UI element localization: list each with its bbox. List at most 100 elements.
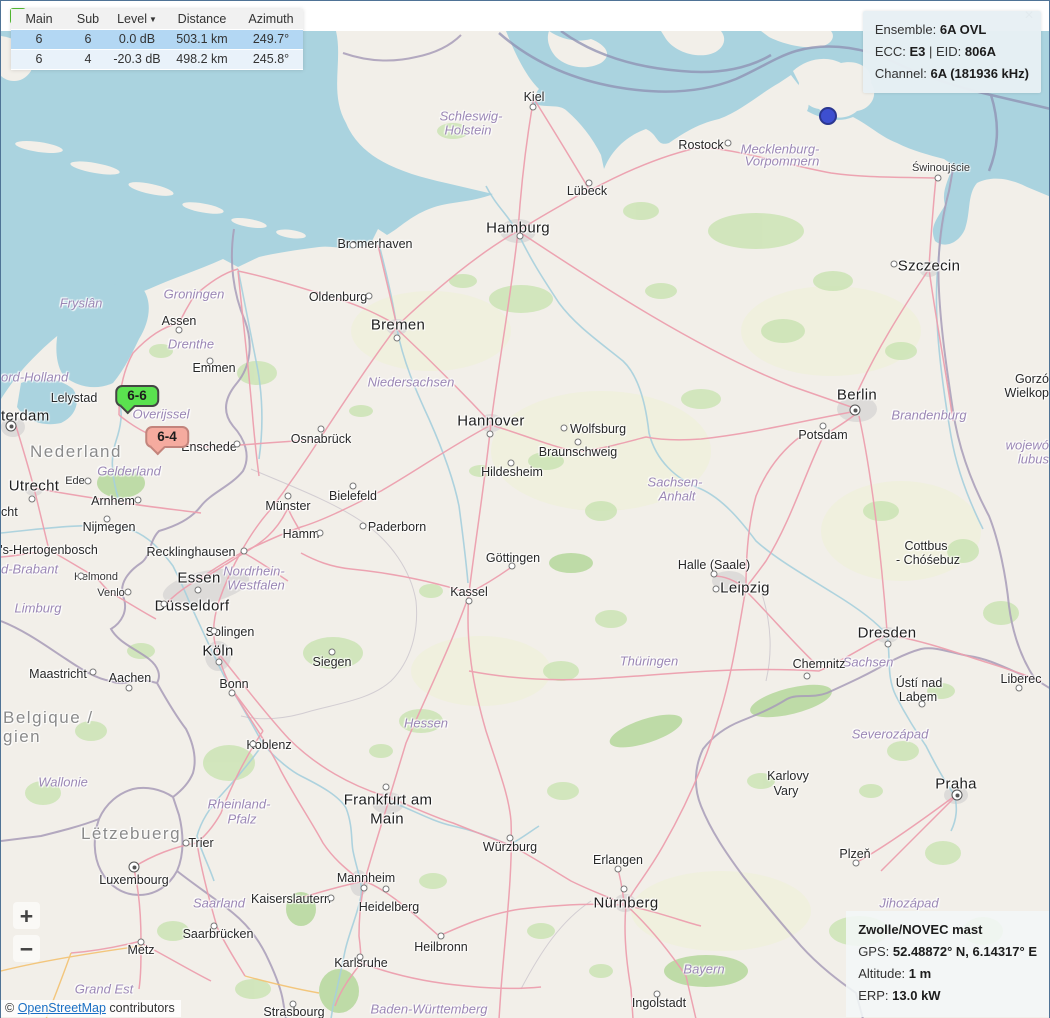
map-label-city: Bonn (219, 677, 248, 691)
city-marker (357, 954, 364, 961)
attribution-suffix: contributors (106, 1001, 175, 1015)
map-label-region: Thüringen (620, 654, 679, 669)
city-marker (216, 659, 223, 666)
map-label-region: Mecklenburg- (741, 142, 820, 157)
transmitter-label: ERP: (858, 988, 892, 1003)
map-label-region: d-Brabant (1, 562, 58, 577)
map-viewport[interactable]: KielSchleswig-HolsteinLübeckHamburgRosto… (1, 31, 1049, 1018)
map-label-city: Hamm (283, 527, 320, 541)
map-label-city: Arnhem (91, 494, 135, 508)
ensemble-value: E3 (910, 44, 926, 59)
city-marker (517, 233, 524, 240)
transmitter-line: GPS: 52.48872° N, 6.14317° E (858, 941, 1037, 963)
table-cell: 6 (11, 50, 67, 69)
city-marker (853, 860, 860, 867)
column-header-distance[interactable]: Distance (165, 9, 239, 29)
city-marker (466, 598, 473, 605)
ensemble-label: ECC: (875, 44, 910, 59)
city-marker (530, 104, 537, 111)
map-label-city: Nijmegen (83, 520, 136, 534)
map-label-region: lubus (1018, 452, 1049, 467)
map-label-city: Leipzig (720, 580, 770, 597)
column-header-azimuth[interactable]: Azimuth (239, 9, 303, 29)
column-header-main[interactable]: Main (11, 9, 67, 29)
map-label-region: Saarland (193, 896, 245, 911)
zoom-out-button[interactable]: − (13, 935, 40, 962)
table-row[interactable]: 64-20.3 dB498.2 km245.8° (11, 50, 303, 70)
city-marker (507, 835, 514, 842)
zoom-in-button[interactable]: + (13, 902, 40, 929)
tii-marker-6-4[interactable]: 6-4 (145, 426, 189, 448)
column-header-level[interactable]: Level▼ (109, 9, 165, 29)
transmitter-value: 13.0 kW (892, 988, 940, 1003)
tii-marker-6-6[interactable]: 6-6 (115, 385, 159, 407)
transmitter-line: ERP: 13.0 kW (858, 985, 1037, 1007)
table-row[interactable]: 660.0 dB503.1 km249.7° (11, 30, 303, 50)
city-marker (1016, 685, 1023, 692)
city-marker (711, 571, 718, 578)
transmitter-value: 52.48872° N, 6.14317° E (893, 944, 1037, 959)
map-label-region: Baden-Württemberg (370, 1002, 487, 1017)
city-marker (509, 563, 516, 570)
map-label-region: Westfalen (227, 578, 285, 593)
map-label-city: Osnabrück (291, 432, 351, 446)
map-label-city: Oldenburg (309, 290, 367, 304)
city-marker (621, 886, 628, 893)
map-label-city: Münster (265, 499, 310, 513)
city-marker (126, 685, 133, 692)
map-label-city: Köln (202, 643, 233, 660)
city-marker (804, 673, 811, 680)
map-label-region: Wallonie (38, 775, 88, 790)
receiver-location-marker[interactable] (819, 107, 837, 125)
city-marker (328, 895, 335, 902)
map-label-city: Heilbronn (414, 940, 468, 954)
capital-marker (6, 421, 17, 432)
map-label-city: Vary (774, 784, 799, 798)
city-marker (241, 548, 248, 555)
city-marker (508, 460, 515, 467)
map-label-city: Mannheim (337, 871, 395, 885)
map-label-city: Świnoujście (912, 162, 970, 174)
city-marker (350, 483, 357, 490)
map-label-city: Essen (177, 570, 220, 587)
map-label-city: Dresden (858, 625, 917, 642)
map-label-city: Lelystad (51, 391, 98, 405)
osm-link[interactable]: OpenStreetMap (18, 1001, 106, 1015)
table-header-row: MainSubLevel▼DistanceAzimuth (11, 9, 303, 30)
transmitter-value: Zwolle/NOVEC mast (858, 922, 982, 937)
map-label-city: Luxembourg (99, 873, 169, 887)
map-label-city: Karlovy (767, 769, 809, 783)
map-label-region: Severozápad (852, 727, 929, 742)
city-marker (104, 516, 111, 523)
map-label-region: Niedersachsen (368, 375, 455, 390)
map-label-city: Venlo (97, 587, 125, 599)
ensemble-value: 6A OVL (940, 22, 986, 37)
city-marker (438, 933, 445, 940)
map-label-region: Pfalz (228, 812, 257, 827)
map-label-city: Wolfsburg (570, 422, 626, 436)
tii-results-table[interactable]: MainSubLevel▼DistanceAzimuth660.0 dB503.… (11, 9, 303, 70)
ensemble-line: Ensemble: 6A OVL (875, 19, 1029, 41)
map-label-city: Ústí nad (896, 676, 943, 690)
city-marker (654, 991, 661, 998)
map-label-region: Schleswig- (440, 109, 503, 124)
transmitter-info-box: Zwolle/NOVEC mast GPS: 52.48872° N, 6.143… (846, 911, 1049, 1017)
map-label-region: Rheinland- (208, 797, 271, 812)
table-cell: -20.3 dB (109, 50, 165, 69)
city-marker (885, 641, 892, 648)
city-marker (135, 497, 142, 504)
map-label-city: cht (1, 505, 18, 519)
map-label-city: Paderborn (368, 520, 426, 534)
city-marker (161, 601, 168, 608)
map-label-region: Overijssel (132, 407, 189, 422)
map-label-city: Enschede (181, 440, 237, 454)
city-marker (138, 939, 145, 946)
column-header-sub[interactable]: Sub (67, 9, 109, 29)
city-marker (394, 335, 401, 342)
city-marker (234, 441, 241, 448)
city-marker (820, 423, 827, 430)
city-marker (29, 496, 36, 503)
map-label-city: 's-Hertogenbosch (1, 543, 98, 557)
app-window: dab TII Decoder × (0, 0, 1050, 1018)
map-label-city: Kiel (524, 90, 545, 104)
